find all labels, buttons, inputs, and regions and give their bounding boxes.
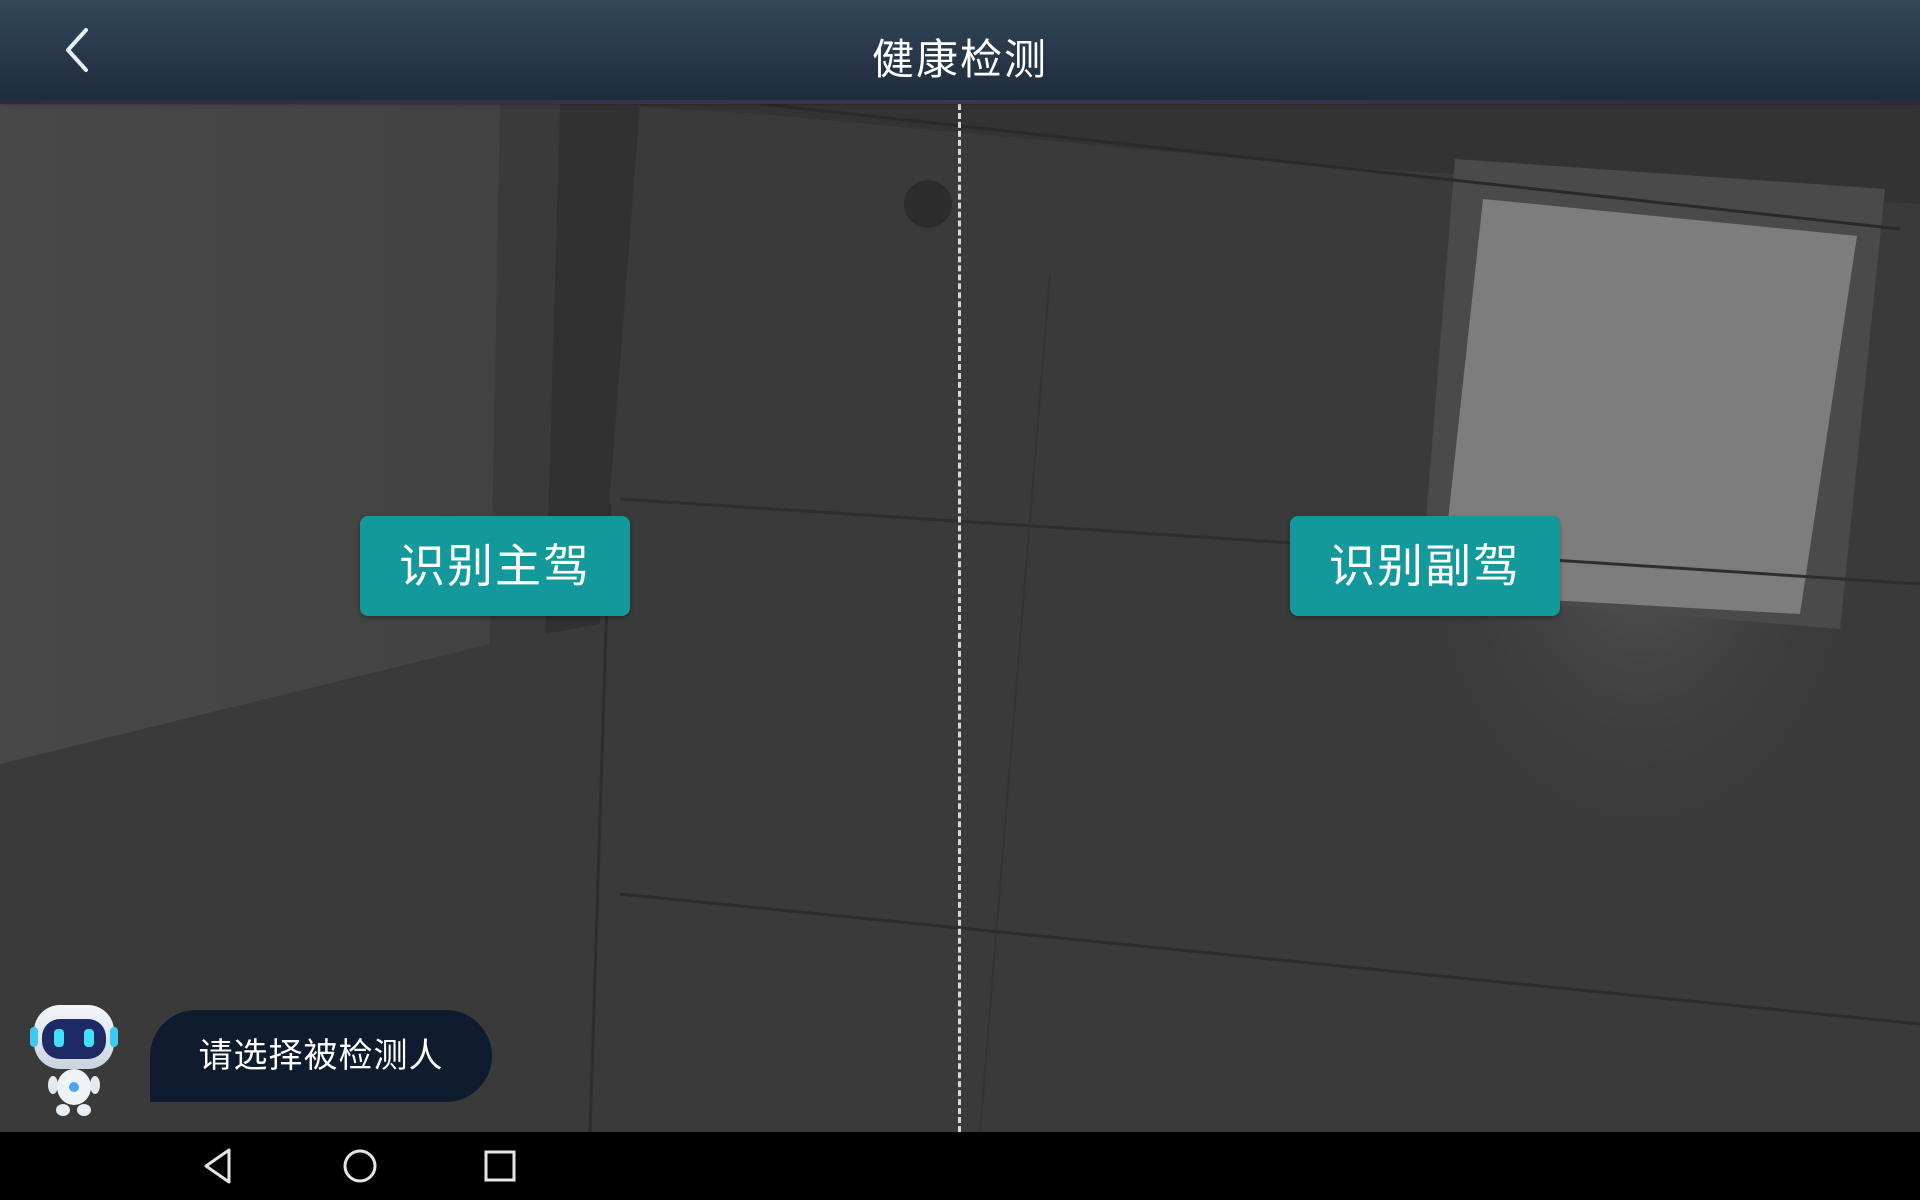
back-triangle-icon bbox=[204, 1148, 231, 1184]
health-check-screen: 健康检测 识别主驾 识别副驾 请选择被检测人 bbox=[0, 0, 1920, 1200]
center-divider bbox=[958, 104, 961, 1132]
camera-preview: 识别主驾 识别副驾 请选择被检测人 bbox=[0, 104, 1920, 1132]
recents-square-icon bbox=[484, 1150, 516, 1182]
assistant-message: 请选择被检测人 bbox=[150, 1010, 492, 1102]
title-bar: 健康检测 bbox=[0, 0, 1920, 104]
home-circle-icon bbox=[343, 1149, 377, 1183]
nav-recents-button[interactable] bbox=[478, 1144, 522, 1188]
identify-driver-button[interactable]: 识别主驾 bbox=[360, 516, 630, 616]
nav-home-button[interactable] bbox=[338, 1144, 382, 1188]
robot-assistant-icon bbox=[26, 999, 122, 1119]
system-nav-bar bbox=[0, 1132, 1920, 1200]
page-title: 健康检测 bbox=[871, 35, 1048, 84]
identify-passenger-button[interactable]: 识别副驾 bbox=[1290, 516, 1560, 616]
nav-back-button[interactable] bbox=[198, 1144, 242, 1188]
